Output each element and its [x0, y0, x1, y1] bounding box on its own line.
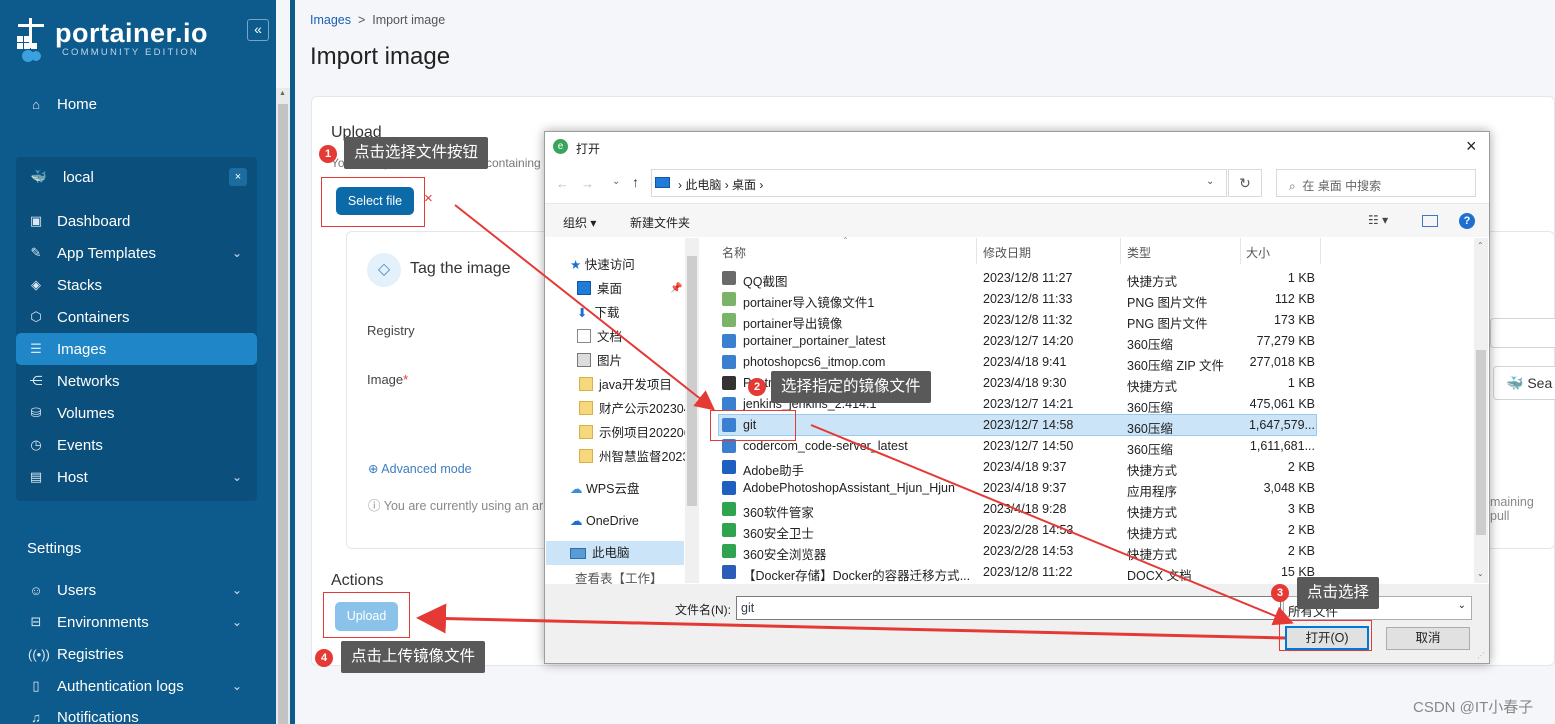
arrow-step1-to-file	[454, 204, 716, 411]
annotation-arrows	[416, 204, 1294, 640]
callout-3: 点击选择	[1297, 577, 1380, 609]
callout-number-1: 1	[319, 145, 337, 163]
callout-4: 点击上传镜像文件	[341, 641, 486, 673]
callout-2: 选择指定的镜像文件	[771, 371, 931, 403]
callout-number-3: 3	[1271, 584, 1289, 602]
callout-1: 点击选择文件按钮	[344, 137, 489, 169]
watermark: CSDN @IT小春子	[1413, 699, 1534, 716]
callout-number-2: 2	[748, 378, 766, 396]
arrow-step2-to-open	[810, 424, 1294, 626]
callout-number-4: 4	[315, 649, 333, 667]
arrow-open-to-upload	[416, 603, 1286, 640]
